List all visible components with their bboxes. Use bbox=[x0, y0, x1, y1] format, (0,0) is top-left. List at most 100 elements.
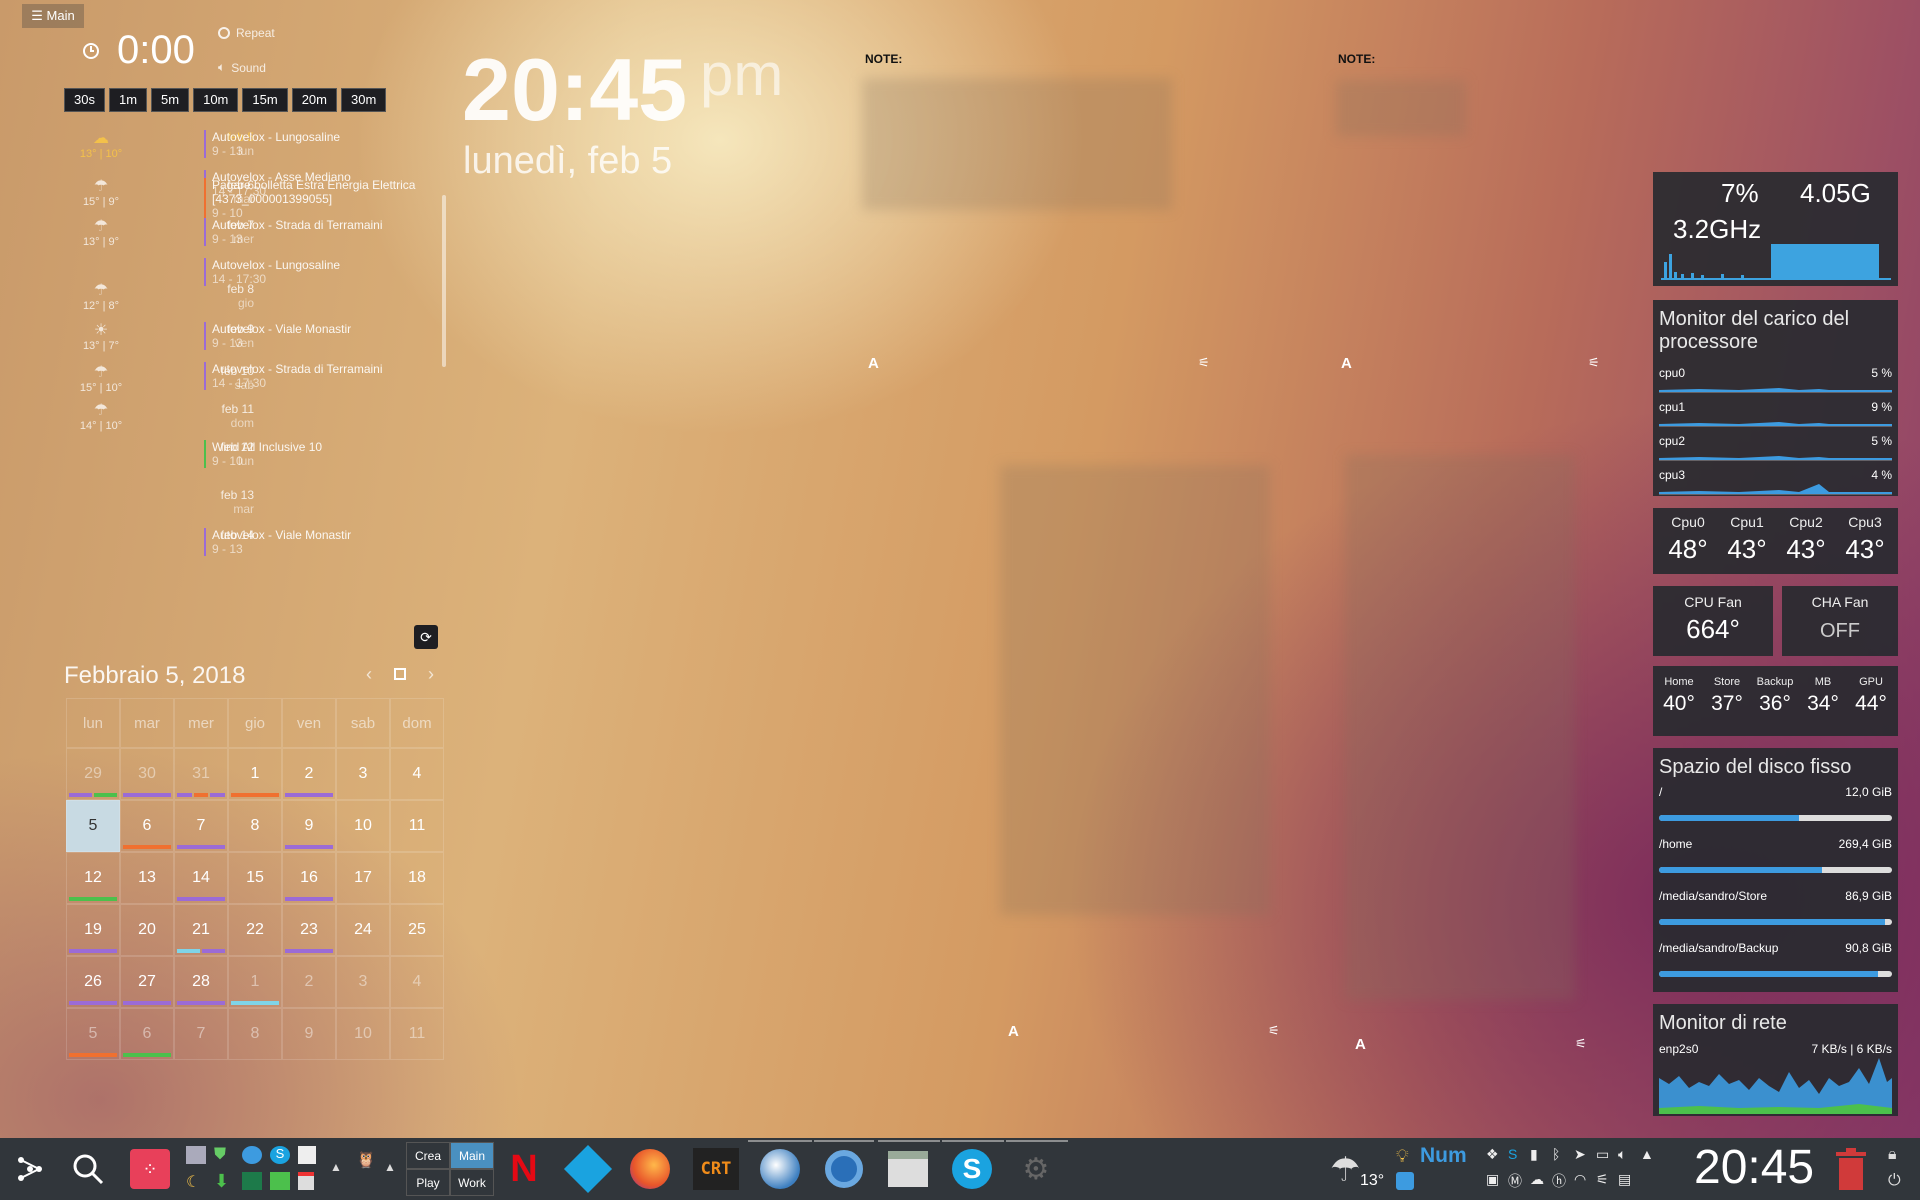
agenda-event[interactable]: Autovelox - Strada di Terramaini 9 - 13 bbox=[204, 218, 432, 246]
activity-play[interactable]: Play bbox=[406, 1169, 450, 1196]
tray-up-icon[interactable]: ▲ bbox=[1640, 1146, 1662, 1163]
clipboard-app-icon[interactable] bbox=[1396, 1172, 1414, 1190]
lock-icon[interactable]: 🔒︎ bbox=[1888, 1146, 1897, 1164]
skype-task[interactable]: S bbox=[946, 1142, 998, 1196]
calculator-icon[interactable] bbox=[186, 1146, 206, 1164]
image-viewer-icon[interactable] bbox=[270, 1172, 290, 1190]
agenda-event[interactable]: Autovelox - Viale Monastir 9 - 13 bbox=[204, 322, 432, 350]
volume-icon[interactable]: 🔈︎ bbox=[1618, 1146, 1640, 1163]
note-content-3[interactable] bbox=[1000, 465, 1270, 915]
calendar-day[interactable]: 15 bbox=[228, 852, 282, 904]
sound-toggle[interactable]: 🔈︎ Sound bbox=[218, 60, 266, 75]
repeat-toggle[interactable]: Repeat bbox=[218, 26, 275, 40]
agenda-scrollbar[interactable] bbox=[442, 195, 446, 367]
calendar-day[interactable]: 1 bbox=[228, 748, 282, 800]
download-icon[interactable]: ⬇ bbox=[214, 1172, 234, 1190]
calendar-day[interactable]: 2 bbox=[282, 956, 336, 1008]
tray-expand-icon[interactable]: ▲ bbox=[384, 1160, 396, 1174]
calendar-day[interactable]: 28 bbox=[174, 956, 228, 1008]
quicklaunch-expand-icon[interactable]: ▲ bbox=[330, 1160, 342, 1174]
calendar-day[interactable]: 3 bbox=[336, 748, 390, 800]
calendar-today-button[interactable] bbox=[394, 668, 406, 680]
settings-task[interactable]: ⚙ bbox=[1010, 1142, 1062, 1196]
calendar-day[interactable]: 7 bbox=[174, 1008, 228, 1060]
timer-preset-button[interactable]: 5m bbox=[151, 88, 190, 112]
kodi-task[interactable] bbox=[563, 1142, 613, 1196]
send-icon[interactable]: ➤ bbox=[1574, 1146, 1596, 1163]
thunderbird-task[interactable] bbox=[754, 1142, 806, 1196]
timer-preset-button[interactable]: 30m bbox=[340, 88, 387, 112]
note-font-button-2[interactable]: A bbox=[1341, 355, 1352, 372]
calendar-day[interactable]: 26 bbox=[66, 956, 120, 1008]
calendar-day[interactable]: 29 bbox=[66, 748, 120, 800]
spreadsheet-icon[interactable] bbox=[242, 1172, 262, 1190]
file-manager-task[interactable] bbox=[882, 1142, 934, 1196]
wifi-icon[interactable]: ◠ bbox=[1574, 1171, 1596, 1191]
note-content-1[interactable] bbox=[862, 78, 1172, 210]
calendar-day[interactable]: 30 bbox=[120, 748, 174, 800]
agenda-event[interactable]: Autovelox - Lungosaline 9 - 13 bbox=[204, 130, 432, 158]
calendar-day[interactable]: 21 bbox=[174, 904, 228, 956]
calendar-day[interactable]: 10 bbox=[336, 1008, 390, 1060]
note-settings-icon-3[interactable]: ⚟ bbox=[1268, 1023, 1280, 1039]
chromium-task[interactable] bbox=[818, 1142, 870, 1196]
calendar-day[interactable]: 5 bbox=[66, 1008, 120, 1060]
firefox-task[interactable] bbox=[626, 1142, 674, 1196]
calendar-day[interactable]: 8 bbox=[228, 1008, 282, 1060]
calendar-day[interactable]: 31 bbox=[174, 748, 228, 800]
calendar-prev-button[interactable]: ‹ bbox=[366, 664, 372, 685]
calendar-day[interactable]: 6 bbox=[120, 800, 174, 852]
calendar-day[interactable]: 22 bbox=[228, 904, 282, 956]
calendar-day[interactable]: 14 bbox=[174, 852, 228, 904]
note-settings-icon-4[interactable]: ⚟ bbox=[1575, 1036, 1587, 1052]
note-settings-icon-2[interactable]: ⚟ bbox=[1588, 355, 1600, 371]
calendar-day[interactable]: 2 bbox=[282, 748, 336, 800]
vpn-icon[interactable]: ⛊ bbox=[214, 1146, 234, 1164]
disk-icon[interactable]: ▣ bbox=[1486, 1171, 1508, 1191]
hp-icon[interactable]: ⓗ bbox=[1552, 1171, 1574, 1191]
crt-task[interactable]: CRT bbox=[690, 1142, 742, 1196]
calendar-day[interactable]: 5 bbox=[66, 800, 120, 852]
document-icon[interactable] bbox=[298, 1146, 316, 1164]
taskbar-clock[interactable]: 20:45 bbox=[1694, 1140, 1814, 1195]
timer-preset-button[interactable]: 10m bbox=[193, 88, 239, 112]
owl-app-icon[interactable]: 🦉 bbox=[356, 1150, 376, 1170]
launcher-button[interactable] bbox=[6, 1142, 54, 1196]
calendar-day[interactable]: 1 bbox=[228, 956, 282, 1008]
calendar-day[interactable]: 10 bbox=[336, 800, 390, 852]
bluetooth-icon[interactable]: ᛒ bbox=[1552, 1146, 1574, 1163]
dropbox-icon[interactable]: ❖ bbox=[1486, 1146, 1508, 1163]
calendar-day[interactable]: 24 bbox=[336, 904, 390, 956]
timer-preset-button[interactable]: 30s bbox=[64, 88, 105, 112]
netflix-task[interactable]: N bbox=[504, 1142, 544, 1196]
refresh-button[interactable]: ⟳ bbox=[414, 625, 438, 649]
activity-crea[interactable]: Crea bbox=[406, 1142, 450, 1169]
app-dots-launcher[interactable]: ⁘ bbox=[128, 1142, 172, 1196]
power-icon[interactable]: ⏻ bbox=[1888, 1172, 1901, 1190]
power-settings-icon[interactable]: ⚟ bbox=[1596, 1171, 1618, 1191]
activity-main[interactable]: Main bbox=[450, 1142, 494, 1169]
calendar-day[interactable]: 19 bbox=[66, 904, 120, 956]
numlock-indicator[interactable]: Num bbox=[1420, 1144, 1467, 1168]
timer-preset-button[interactable]: 20m bbox=[291, 88, 337, 112]
calendar-day[interactable]: 11 bbox=[390, 1008, 444, 1060]
note-font-button-4[interactable]: A bbox=[1355, 1036, 1366, 1053]
calendar-day[interactable]: 4 bbox=[390, 956, 444, 1008]
calendar-next-button[interactable]: › bbox=[428, 664, 434, 685]
cloud-icon[interactable]: ☁ bbox=[1530, 1171, 1552, 1191]
calendar-day[interactable]: 8 bbox=[228, 800, 282, 852]
skype-tray-icon[interactable]: S bbox=[1508, 1146, 1530, 1163]
calendar-day[interactable]: 13 bbox=[120, 852, 174, 904]
weather-tray-icon[interactable]: ☂ bbox=[1330, 1150, 1360, 1190]
notes-tray-icon[interactable]: ▤ bbox=[1618, 1171, 1640, 1191]
calendar-day[interactable]: 11 bbox=[390, 800, 444, 852]
calendar-day[interactable]: 6 bbox=[120, 1008, 174, 1060]
skype-small-icon[interactable]: S bbox=[270, 1146, 290, 1164]
note-font-button-1[interactable]: A bbox=[868, 355, 879, 372]
calendar-day[interactable]: 16 bbox=[282, 852, 336, 904]
mega-icon[interactable]: Ⓜ bbox=[1508, 1171, 1530, 1191]
usb-icon[interactable]: ▮ bbox=[1530, 1146, 1552, 1163]
main-activity-button[interactable]: ☰ Main bbox=[22, 4, 84, 28]
calendar-day[interactable]: 3 bbox=[336, 956, 390, 1008]
calendar-day[interactable]: 20 bbox=[120, 904, 174, 956]
